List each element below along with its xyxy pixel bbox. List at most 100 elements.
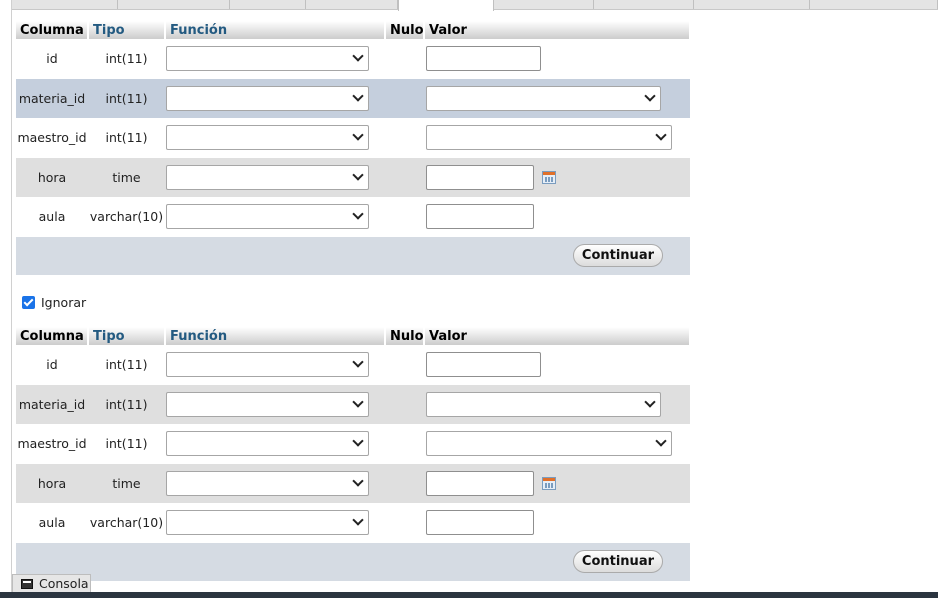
tab[interactable] [230,0,306,9]
value-input[interactable] [426,352,541,378]
header-nulo: Nulo [385,327,425,345]
function-select[interactable] [166,125,369,151]
column-type: int(11) [88,345,165,385]
table-row: aula varchar(10) [16,503,690,543]
chevron-down-icon [644,396,656,408]
value-select[interactable] [426,125,672,151]
chevron-down-icon [352,475,364,487]
header-columna: Columna [16,327,89,345]
header-tipo[interactable]: Tipo [88,21,166,39]
tab[interactable] [594,0,694,9]
form-footer: Continuar [16,236,690,275]
function-select[interactable] [166,46,369,72]
column-type: time [88,463,165,503]
function-select[interactable] [166,470,369,496]
column-name: materia_id [16,384,88,424]
chevron-down-icon [352,435,364,447]
function-select[interactable] [166,204,369,230]
column-type: int(11) [88,78,165,118]
value-input[interactable] [426,46,541,72]
value-input[interactable] [426,510,534,536]
continue-button[interactable]: Continuar [572,550,663,573]
table-row: hora time [16,157,690,197]
continue-button[interactable]: Continuar [572,244,663,267]
column-name: maestro_id [16,424,88,464]
tab-insert-active[interactable] [398,0,494,11]
header-funcion[interactable]: Función [165,21,386,39]
ignore-option[interactable]: Ignorar [22,295,86,310]
table-row: id int(11) [16,39,690,79]
console-label: Consola [39,576,89,591]
function-select[interactable] [166,85,369,111]
console-toggle[interactable]: Consola [12,574,91,592]
tab[interactable] [810,0,938,9]
taskbar-edge [0,592,938,598]
column-name: materia_id [16,78,88,118]
header-row: Columna Tipo Función Nulo Valor [16,21,691,39]
tab[interactable] [694,0,810,9]
header-row: Columna Tipo Función Nulo Valor [16,327,691,345]
column-type: int(11) [88,118,165,158]
header-valor: Valor [424,327,691,345]
table-row: maestro_id int(11) [16,424,690,464]
null-cell [385,118,424,158]
chevron-down-icon [352,356,364,368]
time-input[interactable] [426,470,534,496]
null-cell [385,345,424,385]
tab[interactable] [118,0,230,9]
calendar-icon[interactable] [542,476,556,490]
chevron-down-icon [352,50,364,62]
form-footer: Continuar [16,542,690,581]
chevron-down-icon [352,208,364,220]
value-select[interactable] [426,85,661,111]
table-row: id int(11) [16,345,690,385]
function-select[interactable] [166,510,369,536]
chevron-down-icon [352,514,364,526]
table-row: materia_id int(11) [16,78,690,118]
calendar-icon[interactable] [542,170,556,184]
tab[interactable] [494,0,594,9]
chevron-down-icon [352,169,364,181]
header-nulo: Nulo [385,21,425,39]
null-cell [385,463,424,503]
header-columna: Columna [16,21,89,39]
column-name: aula [16,197,88,237]
function-select[interactable] [166,352,369,378]
insert-table-2: Columna Tipo Función Nulo Valor id int(1… [16,327,691,581]
tab[interactable] [306,0,398,9]
chevron-down-icon [644,90,656,102]
null-cell [385,197,424,237]
function-select[interactable] [166,391,369,417]
table-row: aula varchar(10) [16,197,690,237]
terminal-icon [21,578,33,589]
column-name: hora [16,157,88,197]
null-cell [385,157,424,197]
column-name: hora [16,463,88,503]
table-row: maestro_id int(11) [16,118,690,158]
ignore-checkbox[interactable] [22,296,35,309]
chevron-down-icon [655,435,667,447]
null-cell [385,503,424,543]
header-funcion[interactable]: Función [165,327,386,345]
function-select[interactable] [166,164,369,190]
value-select[interactable] [426,431,672,457]
function-select[interactable] [166,431,369,457]
column-type: varchar(10) [88,197,165,237]
table-row: hora time [16,463,690,503]
header-tipo[interactable]: Tipo [88,327,166,345]
chevron-down-icon [352,90,364,102]
value-select[interactable] [426,391,661,417]
chevron-down-icon [655,129,667,141]
left-frame [0,0,12,598]
column-type: int(11) [88,424,165,464]
value-input[interactable] [426,204,534,230]
tab-strip [12,0,938,11]
null-cell [385,384,424,424]
tab[interactable] [12,0,118,9]
insert-table-1: Columna Tipo Función Nulo Valor id int(1… [16,21,691,275]
time-input[interactable] [426,164,534,190]
column-name: id [16,345,88,385]
null-cell [385,39,424,79]
column-type: time [88,157,165,197]
table-row: materia_id int(11) [16,384,690,424]
